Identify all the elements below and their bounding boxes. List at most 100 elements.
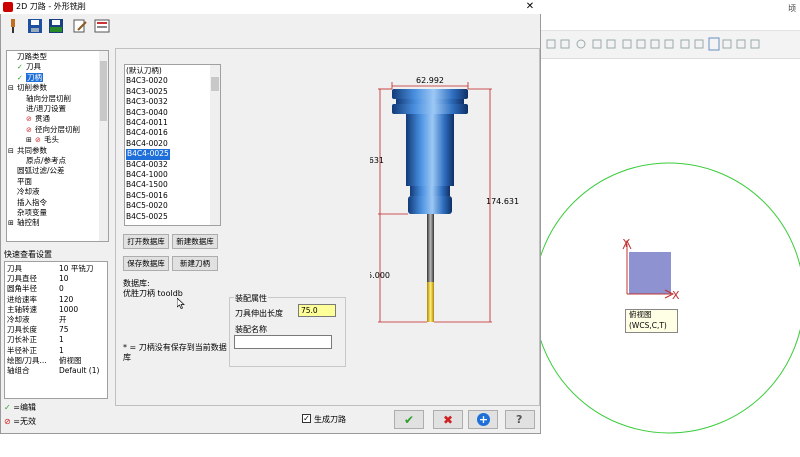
- tree-item[interactable]: 刀路类型: [17, 52, 47, 62]
- tree-item-label: 插入指令: [17, 197, 47, 207]
- cad-tab-label[interactable]: 顷: [788, 3, 796, 14]
- holder-list-item[interactable]: B4C3-0020: [126, 76, 168, 87]
- quick-view-value: 10 平铣刀: [59, 264, 94, 273]
- cad-toolbar-icons[interactable]: [541, 31, 800, 58]
- collapse-icon[interactable]: ⊟: [8, 146, 17, 156]
- extension-input[interactable]: 75.0: [298, 304, 336, 317]
- holder-list-item[interactable]: B4C4-0020: [126, 139, 168, 150]
- tree-item[interactable]: ⊟ 切削参数: [8, 83, 47, 93]
- tree-item[interactable]: ⊘ 贯通: [26, 114, 50, 124]
- disabled-icon: ⊘: [26, 115, 32, 124]
- holder-list-item[interactable]: B4C4-1000: [126, 170, 168, 181]
- x-axis-label: X: [672, 289, 680, 302]
- tree-item[interactable]: ⊟ 共同参数: [8, 146, 47, 156]
- list-icon[interactable]: [94, 18, 110, 34]
- save-all-icon[interactable]: [48, 18, 64, 34]
- edit-icon[interactable]: [72, 18, 88, 34]
- holder-list-item[interactable]: B4C4-0011: [126, 118, 168, 129]
- quick-view-value: 120: [59, 294, 74, 304]
- quick-view-key: 圆角半径: [7, 284, 37, 294]
- quick-view-row: 圆角半径 0: [7, 284, 64, 294]
- width-dimension: 62.992: [416, 76, 444, 85]
- quick-view-row: 进给速率 120: [7, 294, 73, 305]
- collapse-icon[interactable]: ⊟: [8, 83, 17, 93]
- scrollbar-thumb[interactable]: [100, 61, 107, 121]
- tree-item[interactable]: 插入指令: [17, 198, 47, 208]
- quick-view-row: 冷却液 开: [7, 315, 67, 325]
- expand-icon[interactable]: ⊞: [26, 135, 35, 145]
- holder-list-item[interactable]: B4C4-0032: [126, 160, 168, 171]
- holder-list-scrollbar[interactable]: [210, 65, 220, 225]
- disabled-icon: ⊘: [4, 417, 11, 426]
- title-bar: 2D 刀路 - 外形铣削 ✕: [0, 0, 541, 14]
- add-button[interactable]: +: [468, 410, 498, 429]
- close-button[interactable]: ✕: [523, 0, 537, 14]
- holder-list-item[interactable]: B4C4-0016: [126, 128, 168, 139]
- holder-list-item[interactable]: B4C4-1500: [126, 180, 168, 191]
- holder-list-item[interactable]: B4C3-0025: [126, 87, 168, 98]
- tree-item[interactable]: ✓ 刀具: [17, 62, 41, 72]
- new-database-button[interactable]: 新建数据库: [172, 234, 218, 249]
- new-holder-button[interactable]: 新建刀柄: [172, 256, 218, 271]
- total-dimension: 174.631: [486, 197, 519, 206]
- assembly-name-input[interactable]: [234, 335, 332, 349]
- holder-list-item[interactable]: B4C3-0040: [126, 108, 168, 119]
- quick-view-key: 刀具直径: [7, 274, 37, 284]
- save-database-button[interactable]: 保存数据库: [123, 256, 169, 271]
- holder-list-item[interactable]: (默认刀柄): [126, 66, 162, 77]
- tree-item[interactable]: 平面: [17, 177, 32, 187]
- tree-item[interactable]: ✓ 刀柄: [17, 72, 43, 83]
- help-button[interactable]: ?: [505, 410, 535, 429]
- tree-item[interactable]: ⊘ 径向分层切削: [26, 125, 80, 135]
- expand-icon[interactable]: ⊞: [8, 218, 17, 228]
- view-square: [629, 252, 671, 294]
- holder-list-item[interactable]: B4C5-0025: [126, 212, 168, 223]
- tree-item[interactable]: ⊞ ⊘ 毛头: [26, 135, 59, 145]
- cancel-button[interactable]: ✖: [433, 410, 463, 429]
- quick-view-row: 轴组合 Default (1): [7, 366, 99, 376]
- tree-item-label: 圆弧过滤/公差: [17, 166, 65, 176]
- quick-view-value: 0: [59, 284, 64, 294]
- bottom-strip: [0, 434, 541, 457]
- tree-item[interactable]: 冷却液: [17, 187, 40, 197]
- holder-list-item[interactable]: B4C4-0025: [126, 149, 170, 160]
- holder-list-item[interactable]: B4C3-0032: [126, 97, 168, 108]
- tree-item-label: 共同参数: [17, 145, 47, 155]
- tree-scrollbar[interactable]: [99, 51, 108, 241]
- tool-shank: [427, 214, 434, 282]
- view-label: 俯视图 (WCS,C,T): [625, 309, 678, 333]
- quick-view-key: 绘图/刀具...: [7, 355, 47, 365]
- tree-item-label: 冷却液: [17, 187, 40, 197]
- tree-item-label: 轴控制: [17, 218, 40, 228]
- quick-view-row: 半径补正 1: [7, 346, 64, 356]
- ok-button[interactable]: ✔: [394, 410, 424, 429]
- tree-item[interactable]: 轴向分层切削: [26, 94, 71, 104]
- open-database-button[interactable]: 打开数据库: [123, 234, 169, 249]
- tree-item[interactable]: 圆弧过滤/公差: [17, 166, 65, 176]
- holder-list-item[interactable]: B4C5-0016: [126, 191, 168, 202]
- generate-toolpath-checkbox[interactable]: ✓: [302, 414, 311, 423]
- quick-view-key: 主轴转速: [7, 304, 37, 314]
- holder-list-item[interactable]: B4C5-0020: [126, 201, 168, 212]
- quick-view-value: 1: [59, 345, 64, 355]
- save-icon[interactable]: [27, 18, 43, 34]
- tree-item[interactable]: 杂项变量: [17, 208, 47, 218]
- quick-view-row: 刀具 10 平铣刀: [7, 264, 93, 274]
- quick-view-row: 绘图/刀具... 俯视图: [7, 355, 82, 366]
- tree-item[interactable]: ⊞ 轴控制: [8, 218, 40, 228]
- generate-toolpath-label: 生成刀路: [314, 415, 346, 424]
- quick-view-key: 进给速率: [7, 294, 37, 304]
- quick-view-key: 冷却液: [7, 315, 30, 324]
- extension-label: 刀具伸出长度: [235, 309, 283, 318]
- tree-item-label: 原点/参考点: [26, 156, 67, 165]
- tree-item-label: 杂项变量: [17, 208, 47, 217]
- check-icon: ✓: [17, 63, 23, 72]
- tree-item[interactable]: 进/退刀设置: [26, 104, 66, 114]
- scrollbar-thumb[interactable]: [211, 77, 219, 91]
- stickout-dimension: 75.000: [370, 271, 390, 280]
- tree-item[interactable]: 原点/参考点: [26, 156, 66, 166]
- legend-disabled: ⊘ =无效: [4, 416, 36, 427]
- dialog-toolbar: [0, 14, 541, 40]
- tool-icon[interactable]: [5, 18, 21, 34]
- tree-item-label: 切削参数: [17, 83, 47, 93]
